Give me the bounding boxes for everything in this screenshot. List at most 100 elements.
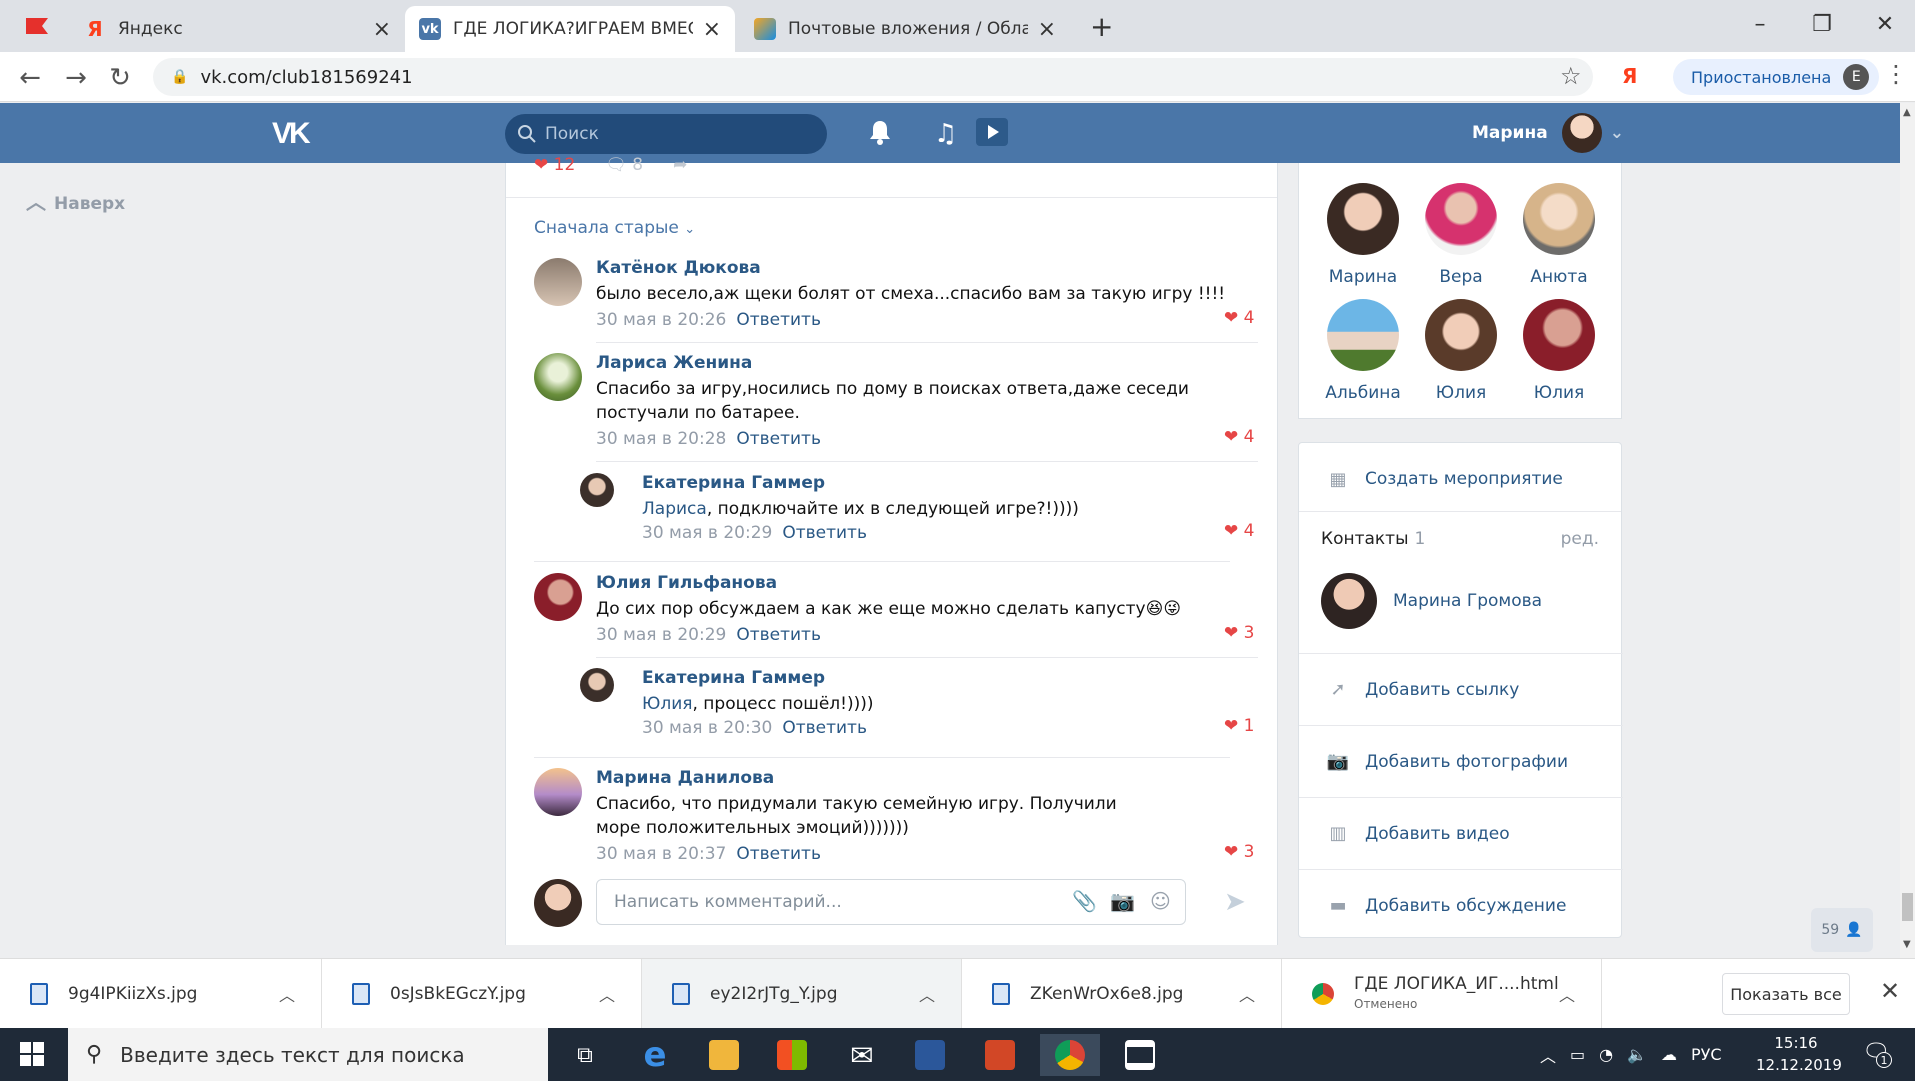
download-item[interactable]: 0sJsBkEGczY.jpg ︿ (322, 959, 642, 1029)
tab-vk-club[interactable]: vk ГДЕ ЛОГИКА?ИГРАЕМ ВМЕСТЕ × (405, 6, 735, 52)
word-icon[interactable] (900, 1034, 960, 1076)
speaker-icon[interactable]: 🔈 (1627, 1045, 1647, 1064)
add-photos-button[interactable]: 📷 Добавить фотографии (1299, 725, 1623, 797)
chevron-up-icon[interactable]: ︿ (279, 982, 295, 1006)
notification-center-icon[interactable]: 🗨 1 (1862, 1040, 1892, 1068)
close-tab-icon[interactable]: × (373, 17, 391, 42)
comment-author[interactable]: Катёнок Дюкова (596, 258, 761, 278)
contacts-header[interactable]: Контакты 1 (1321, 529, 1425, 549)
edge-icon[interactable]: e (625, 1034, 685, 1076)
avatar[interactable] (534, 573, 582, 621)
cloud-icon[interactable]: ☁ (1661, 1045, 1677, 1064)
windows-start-icon[interactable] (20, 1042, 44, 1066)
language-indicator[interactable]: РУС (1691, 1045, 1722, 1064)
comment-author[interactable]: Лариса Женина (596, 353, 752, 373)
send-icon[interactable]: ➤ (1224, 887, 1246, 917)
close-icon[interactable]: ✕ (1880, 977, 1900, 1005)
vk-bookmark-icon[interactable] (24, 16, 50, 36)
file-explorer-icon[interactable] (694, 1034, 754, 1076)
friend-item[interactable]: Марина (1317, 183, 1409, 287)
emoji-icon[interactable]: ☺ (1150, 889, 1171, 913)
yandex-extension-icon[interactable]: Я (1622, 64, 1637, 88)
scroll-to-top-link[interactable]: ︿ Наверх (26, 186, 125, 215)
comment-like-button[interactable]: ❤ 4 (1224, 308, 1254, 328)
bookmark-star-icon[interactable]: ☆ (1560, 62, 1582, 90)
friend-item[interactable]: Анюта (1513, 183, 1605, 287)
video-play-icon[interactable] (975, 117, 1009, 154)
vk-user-menu[interactable]: Марина ⌄ (1472, 113, 1624, 153)
comment-like-button[interactable]: ❤ 4 (1224, 521, 1254, 541)
photos-icon[interactable] (1110, 1034, 1170, 1076)
vk-logo[interactable]: VK (272, 117, 311, 151)
download-item[interactable]: ey2I2rJTg_Y.jpg ︿ (642, 959, 962, 1029)
show-all-downloads-button[interactable]: Показать все (1722, 973, 1850, 1015)
bell-icon[interactable] (868, 119, 892, 152)
avatar[interactable] (534, 258, 582, 306)
comment-button[interactable]: 🗨 8 (605, 155, 643, 175)
download-item-cancelled[interactable]: ГДЕ ЛОГИКА_ИГ....html Отменено ︿ (1282, 959, 1602, 1029)
restore-icon[interactable]: ❐ (1792, 6, 1852, 42)
url-field[interactable]: 🔒 vk.com/club181569241 (153, 58, 1593, 96)
comment-author[interactable]: Екатерина Гаммер (642, 668, 825, 688)
add-discussion-button[interactable]: ▬ Добавить обсуждение (1299, 869, 1623, 941)
chevron-up-icon[interactable]: ︿ (1559, 982, 1575, 1006)
share-icon[interactable]: ➦ (673, 155, 687, 175)
comment-like-button[interactable]: ❤ 3 (1224, 842, 1254, 862)
camera-icon[interactable]: 📷 (1110, 889, 1135, 913)
minimize-icon[interactable]: – (1730, 6, 1790, 42)
comment-date[interactable]: 30 мая в 20:26 (596, 310, 726, 330)
create-event-button[interactable]: ▦ Создать мероприятие (1299, 443, 1623, 515)
reload-icon[interactable]: ↻ (102, 60, 138, 96)
chevron-up-icon[interactable]: ︿ (919, 982, 935, 1006)
sort-comments-dropdown[interactable]: Сначала старые ⌄ (534, 218, 695, 238)
scrollbar-thumb[interactable] (1902, 893, 1913, 921)
avatar[interactable] (580, 473, 614, 507)
friend-item[interactable]: Альбина (1317, 299, 1409, 403)
page-scrollbar[interactable]: ▲ ▼ (1900, 103, 1915, 958)
close-window-icon[interactable]: ✕ (1855, 6, 1915, 42)
vk-search-input[interactable]: Поиск (505, 114, 827, 154)
chevron-up-icon[interactable]: ︿ (1540, 1043, 1556, 1067)
download-item[interactable]: 9g4IPKiizXs.jpg ︿ (0, 959, 322, 1029)
task-view-icon[interactable]: ⧉ (555, 1034, 615, 1076)
avatar[interactable] (534, 768, 582, 816)
comment-input[interactable]: Написать комментарий... (596, 879, 1186, 925)
forward-arrow-icon[interactable]: → (58, 60, 94, 96)
paperclip-icon[interactable]: 📎 (1072, 889, 1097, 913)
like-button[interactable]: ❤ 12 (534, 155, 575, 175)
taskbar-clock[interactable]: 15:16 12.12.2019 (1756, 1032, 1842, 1076)
comment-date[interactable]: 30 мая в 20:28 (596, 429, 726, 449)
comment-like-button[interactable]: ❤ 3 (1224, 623, 1254, 643)
scroll-up-arrow-icon[interactable]: ▲ (1903, 107, 1911, 118)
close-tab-icon[interactable]: × (1038, 17, 1056, 42)
mention-link[interactable]: Лариса (642, 499, 707, 519)
download-item[interactable]: ZKenWrOx6e8.jpg ︿ (962, 959, 1282, 1029)
new-tab-button[interactable]: + (1090, 10, 1113, 43)
mail-icon[interactable]: ✉ (832, 1034, 892, 1076)
friend-item[interactable]: Юлия (1415, 299, 1507, 403)
browser-menu-icon[interactable]: ⋮ (1884, 60, 1908, 88)
wifi-icon[interactable]: ◔ (1599, 1045, 1613, 1064)
chevron-up-icon[interactable]: ︿ (1239, 982, 1255, 1006)
chrome-icon[interactable] (1040, 1034, 1100, 1076)
reply-link[interactable]: Ответить (736, 429, 821, 449)
comment-date[interactable]: 30 мая в 20:37 (596, 844, 726, 864)
comment-date[interactable]: 30 мая в 20:29 (642, 523, 772, 543)
close-tab-icon[interactable]: × (703, 17, 721, 42)
reply-link[interactable]: Ответить (782, 523, 867, 543)
tab-yandex[interactable]: Я Яндекс × (70, 6, 405, 52)
scroll-down-arrow-icon[interactable]: ▼ (1903, 939, 1911, 950)
back-arrow-icon[interactable]: ← (12, 60, 48, 96)
music-icon[interactable]: ♫ (934, 119, 957, 149)
avatar[interactable] (534, 353, 582, 401)
online-friends-badge[interactable]: 59 👤 (1811, 908, 1873, 952)
comment-author[interactable]: Юлия Гильфанова (596, 573, 777, 593)
mention-link[interactable]: Юлия (642, 694, 693, 714)
reply-link[interactable]: Ответить (736, 625, 821, 645)
comment-date[interactable]: 30 мая в 20:30 (642, 718, 772, 738)
powerpoint-icon[interactable] (970, 1034, 1030, 1076)
add-link-button[interactable]: ➚ Добавить ссылку (1299, 653, 1623, 725)
friend-item[interactable]: Вера (1415, 183, 1507, 287)
add-video-button[interactable]: ▥ Добавить видео (1299, 797, 1623, 869)
comment-date[interactable]: 30 мая в 20:29 (596, 625, 726, 645)
